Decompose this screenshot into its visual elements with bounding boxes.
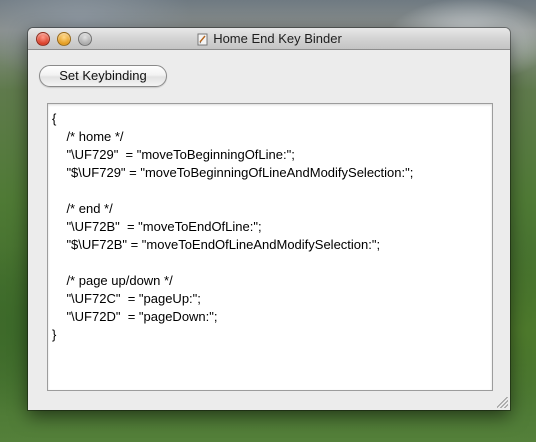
zoom-window-button[interactable] [78,32,92,46]
window-title: Home End Key Binder [213,31,342,46]
text-editor-area[interactable]: { /* home */ "\UF729" = "moveToBeginning… [47,103,493,391]
title-bar[interactable]: Home End Key Binder [28,28,510,50]
minimize-window-button[interactable] [57,32,71,46]
keybinding-text[interactable]: { /* home */ "\UF729" = "moveToBeginning… [48,104,492,350]
close-window-button[interactable] [36,32,50,46]
app-window: Home End Key Binder Set Keybinding { /* … [28,28,510,410]
resize-grip-icon[interactable] [497,397,508,408]
window-title-group: Home End Key Binder [196,28,342,50]
set-keybinding-button[interactable]: Set Keybinding [39,65,167,87]
script-document-icon [196,33,209,46]
window-controls [36,32,92,46]
